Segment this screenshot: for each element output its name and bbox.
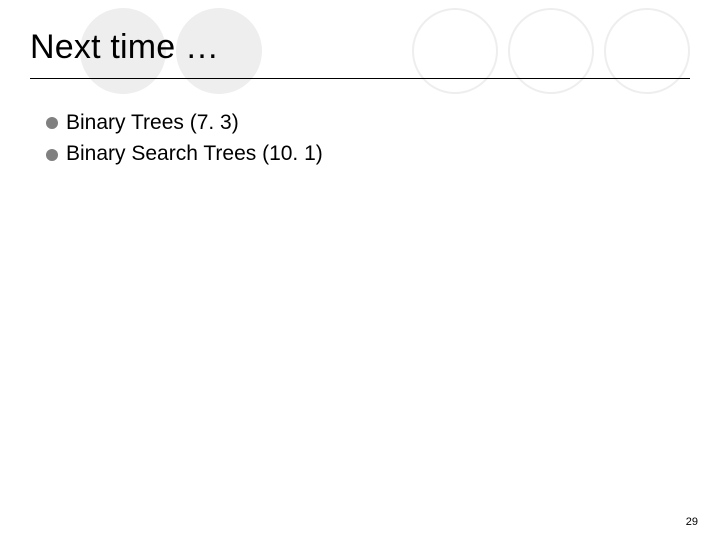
list-item: Binary Trees (7. 3) bbox=[46, 108, 323, 138]
title-underline bbox=[30, 78, 690, 79]
bullet-text: Binary Search Trees (10. 1) bbox=[66, 139, 323, 169]
bullet-icon bbox=[46, 117, 58, 129]
decor-circle-icon bbox=[508, 8, 594, 94]
bullet-icon bbox=[46, 149, 58, 161]
page-number: 29 bbox=[686, 516, 698, 528]
list-item: Binary Search Trees (10. 1) bbox=[46, 139, 323, 169]
background-decoration bbox=[0, 0, 720, 540]
bullet-text: Binary Trees (7. 3) bbox=[66, 108, 239, 138]
decor-circle-icon bbox=[412, 8, 498, 94]
slide-title: Next time … bbox=[30, 28, 219, 67]
bullet-list: Binary Trees (7. 3) Binary Search Trees … bbox=[46, 108, 323, 171]
decor-circle-icon bbox=[604, 8, 690, 94]
